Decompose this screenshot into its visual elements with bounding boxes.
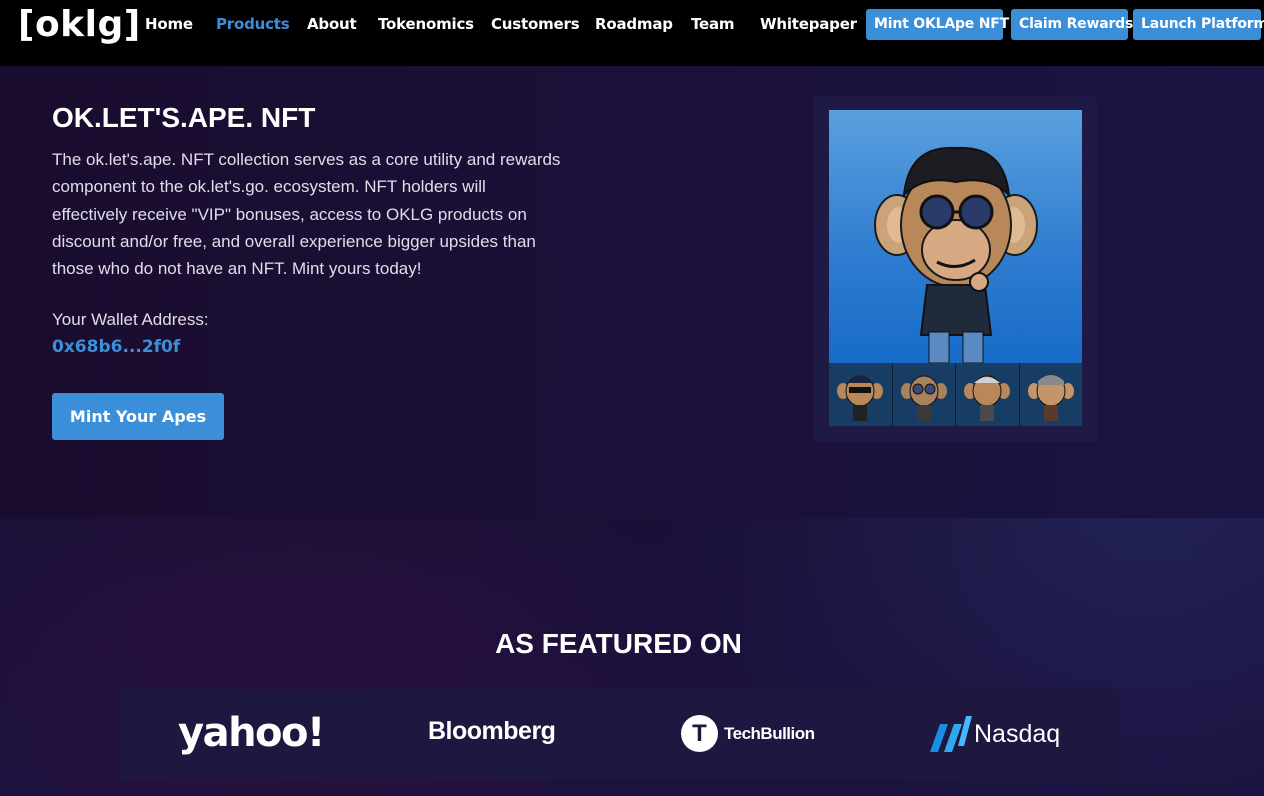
site-logo[interactable]: [oklg] — [18, 4, 141, 45]
nav-link-team[interactable]: Team — [691, 15, 735, 33]
techbullion-t-icon: T — [681, 715, 718, 752]
yahoo-logo: yahoo! — [178, 710, 325, 756]
nav-link-home[interactable]: Home — [145, 15, 193, 33]
nav-link-customers[interactable]: Customers — [491, 15, 580, 33]
ape-thumbnail-3[interactable] — [956, 363, 1019, 426]
nav-link-whitepaper[interactable]: Whitepaper — [760, 15, 857, 33]
hero-title: OK.LET'S.APE. NFT — [52, 102, 316, 133]
top-navbar: [oklg] Home Products About Tokenomics Cu… — [0, 0, 1264, 66]
wallet-address-label: Your Wallet Address: — [52, 310, 209, 329]
techbullion-logo: TechBullion — [724, 724, 815, 743]
claim-rewards-button[interactable]: Claim Rewards — [1011, 9, 1133, 40]
bloomberg-logo: Bloomberg — [428, 717, 556, 745]
nav-link-tokenomics[interactable]: Tokenomics — [378, 15, 474, 33]
ape-thumbnail-1[interactable] — [829, 363, 892, 426]
nft-thumbnail-strip — [829, 363, 1082, 426]
ape-thumbnail-2[interactable] — [892, 363, 955, 426]
nasdaq-chevron-icon — [930, 716, 972, 752]
ape-illustration-icon — [874, 146, 1038, 363]
nav-link-roadmap[interactable]: Roadmap — [595, 15, 673, 33]
ape-nft-image — [829, 110, 1082, 363]
ape-thumbnail-4[interactable] — [1019, 363, 1082, 426]
featured-section-title: AS FEATURED ON — [495, 628, 742, 659]
wallet-address-value: 0x68b6...2f0f — [52, 337, 181, 357]
mint-your-apes-button[interactable]: Mint Your Apes — [52, 393, 224, 440]
techbullion-t-letter: T — [692, 720, 707, 747]
nav-link-products[interactable]: Products — [216, 15, 290, 33]
launch-platform-button[interactable]: Launch Platform — [1133, 9, 1264, 40]
hero-description: The ok.let's.ape. NFT collection serves … — [52, 150, 561, 279]
mint-oklape-nft-button[interactable]: Mint OKLApe NFT — [866, 9, 1009, 40]
nav-link-about[interactable]: About — [307, 15, 357, 33]
nasdaq-logo: Nasdaq — [974, 720, 1061, 748]
